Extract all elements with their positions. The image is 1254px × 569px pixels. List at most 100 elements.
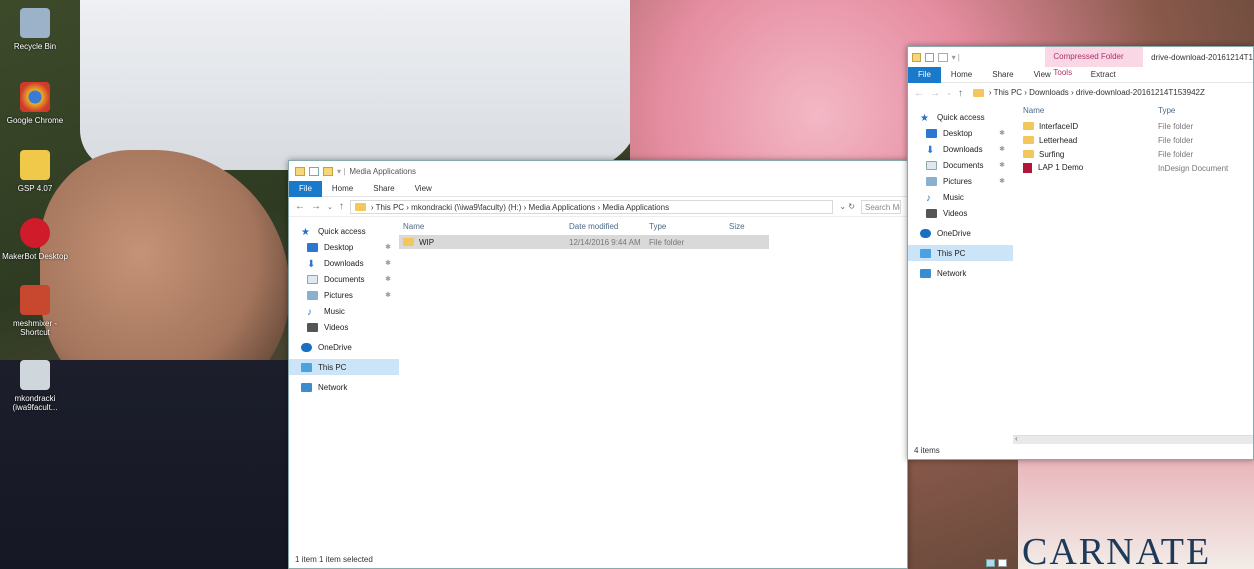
back-icon[interactable]: ←: [914, 88, 924, 99]
scroll-left-icon[interactable]: ‹: [1015, 434, 1018, 443]
tab-share[interactable]: Share: [363, 181, 404, 197]
nav-item-quick-access[interactable]: ★ Quick access: [908, 109, 1013, 125]
tab-home[interactable]: Home: [941, 67, 982, 83]
table-row[interactable]: Letterhead File folder: [1013, 133, 1253, 147]
nav-item-music[interactable]: ♪ Music: [908, 189, 1013, 205]
cloud-icon: [920, 228, 931, 238]
tab-view[interactable]: View: [1024, 67, 1061, 83]
up-icon[interactable]: ↑: [339, 201, 344, 212]
nav-item-network[interactable]: Network: [289, 379, 399, 395]
column-name[interactable]: Name: [1013, 106, 1158, 115]
nav-item-quick-access[interactable]: ★ Quick access: [289, 223, 399, 239]
pin-icon[interactable]: ✱: [385, 291, 391, 299]
pin-icon[interactable]: ✱: [999, 177, 1005, 185]
desktop-icon-recycle-bin[interactable]: Recycle Bin: [0, 8, 70, 51]
recent-icon[interactable]: ⌄: [327, 203, 333, 211]
nav-item-onedrive[interactable]: OneDrive: [289, 339, 399, 355]
pin-icon[interactable]: ✱: [999, 161, 1005, 169]
nav-item-pictures[interactable]: Pictures ✱: [908, 173, 1013, 189]
nav-item-onedrive[interactable]: OneDrive: [908, 225, 1013, 241]
pin-icon[interactable]: ✱: [385, 243, 391, 251]
tab-view[interactable]: View: [405, 181, 442, 197]
forward-icon[interactable]: →: [930, 88, 940, 99]
column-type[interactable]: Type: [649, 222, 729, 231]
book-title: CARNATE: [1022, 531, 1212, 569]
nav-item-videos[interactable]: Videos: [908, 205, 1013, 221]
large-icons-view-icon[interactable]: [998, 559, 1007, 567]
nav-item-downloads[interactable]: ⬇ Downloads ✱: [908, 141, 1013, 157]
column-type[interactable]: Type: [1158, 106, 1238, 115]
refresh-icon[interactable]: ⌄ ↻: [839, 202, 855, 211]
folder-icon: [295, 166, 305, 176]
nav-item-downloads[interactable]: ⬇ Downloads ✱: [289, 255, 399, 271]
type-cell: InDesign Document: [1158, 163, 1229, 173]
nav-item-this-pc[interactable]: This PC: [289, 359, 399, 375]
table-row[interactable]: LAP 1 Demo InDesign Document: [1013, 161, 1253, 175]
new-folder-icon[interactable]: [323, 166, 333, 176]
window-title: drive-download-20161214T1: [1151, 52, 1253, 62]
desktop-icon-makerbot[interactable]: MakerBot Desktop: [0, 218, 70, 261]
tab-share[interactable]: Share: [982, 67, 1023, 83]
properties-icon[interactable]: [309, 166, 319, 176]
download-icon: ⬇: [307, 258, 316, 270]
nav-label: Quick access: [937, 112, 985, 122]
desktop-icon-label: Recycle Bin: [13, 42, 57, 51]
nav-item-desktop[interactable]: Desktop ✱: [908, 125, 1013, 141]
file-list: Name Type InterfaceID File folder Letter…: [1013, 103, 1253, 281]
properties-icon[interactable]: [925, 52, 935, 62]
nav-item-documents[interactable]: Documents ✱: [289, 271, 399, 287]
nav-item-this-pc[interactable]: This PC: [908, 245, 1013, 261]
column-name[interactable]: Name: [399, 222, 569, 231]
customize-toolbar-icon[interactable]: ▾ |: [952, 53, 1042, 62]
customize-toolbar-icon[interactable]: ▾ |: [337, 167, 345, 176]
search-input[interactable]: Search Media Applications: [861, 199, 901, 214]
desktop-icon-chrome[interactable]: Google Chrome: [0, 82, 70, 125]
nav-label: OneDrive: [318, 342, 352, 352]
star-icon: ★: [920, 112, 929, 124]
videos-icon: [307, 322, 318, 332]
nav-item-music[interactable]: ♪ Music: [289, 303, 399, 319]
status-bar: 1 item 1 item selected: [295, 555, 373, 564]
column-date[interactable]: Date modified: [569, 222, 649, 231]
recent-icon[interactable]: ⌄: [946, 89, 952, 97]
tab-file[interactable]: File: [289, 180, 322, 197]
table-row[interactable]: InterfaceID File folder: [1013, 119, 1253, 133]
nav-label: Quick access: [318, 226, 366, 236]
tab-file[interactable]: File: [908, 66, 941, 83]
nav-item-desktop[interactable]: Desktop ✱: [289, 239, 399, 255]
folder-icon: [1023, 150, 1034, 159]
tab-home[interactable]: Home: [322, 181, 363, 197]
desktop-icon-network-drive[interactable]: mkondracki (iwa9facult...: [0, 360, 70, 412]
title-bar: ▾ | Compressed Folder Tools drive-downlo…: [908, 47, 1253, 77]
column-headers: Name Date modified Type Size: [399, 217, 907, 235]
compressed-tools-tab[interactable]: Compressed Folder Tools: [1045, 47, 1144, 77]
forward-icon[interactable]: →: [311, 201, 321, 212]
file-name-cell: Surfing: [1013, 150, 1158, 159]
pin-icon[interactable]: ✱: [385, 275, 391, 283]
horizontal-scrollbar[interactable]: ‹: [1013, 434, 1253, 444]
column-size[interactable]: Size: [729, 222, 769, 231]
table-row[interactable]: Surfing File folder: [1013, 147, 1253, 161]
nav-item-documents[interactable]: Documents ✱: [908, 157, 1013, 173]
pin-icon[interactable]: ✱: [999, 145, 1005, 153]
pin-icon[interactable]: ✱: [385, 259, 391, 267]
new-folder-icon[interactable]: [938, 52, 948, 62]
address-bar[interactable]: › This PC › mkondracki (\\iwa9\faculty) …: [349, 199, 834, 214]
nav-item-videos[interactable]: Videos: [289, 319, 399, 335]
navigation-pane: ★ Quick access Desktop ✱ ⬇ Downloads ✱ Docum…: [908, 103, 1013, 281]
address-bar[interactable]: › This PC › Downloads › drive-download-2…: [969, 86, 1247, 100]
tab-extract[interactable]: Extract: [1081, 67, 1126, 83]
pin-icon[interactable]: ✱: [999, 129, 1005, 137]
nav-item-pictures[interactable]: Pictures ✱: [289, 287, 399, 303]
nav-label: Network: [937, 268, 967, 278]
desktop-icon-gsp[interactable]: GSP 4.07: [0, 150, 70, 193]
table-row[interactable]: WIP 12/14/2016 9:44 AM File folder: [399, 235, 769, 249]
type-cell: File folder: [1158, 135, 1194, 145]
back-icon[interactable]: ←: [295, 201, 305, 212]
details-view-icon[interactable]: [986, 559, 995, 567]
pc-icon: [920, 248, 931, 258]
type-cell: File folder: [649, 237, 685, 247]
up-icon[interactable]: ↑: [958, 88, 963, 99]
desktop-icon-meshmixer[interactable]: meshmixer - Shortcut: [0, 285, 70, 337]
nav-item-network[interactable]: Network: [908, 265, 1013, 281]
